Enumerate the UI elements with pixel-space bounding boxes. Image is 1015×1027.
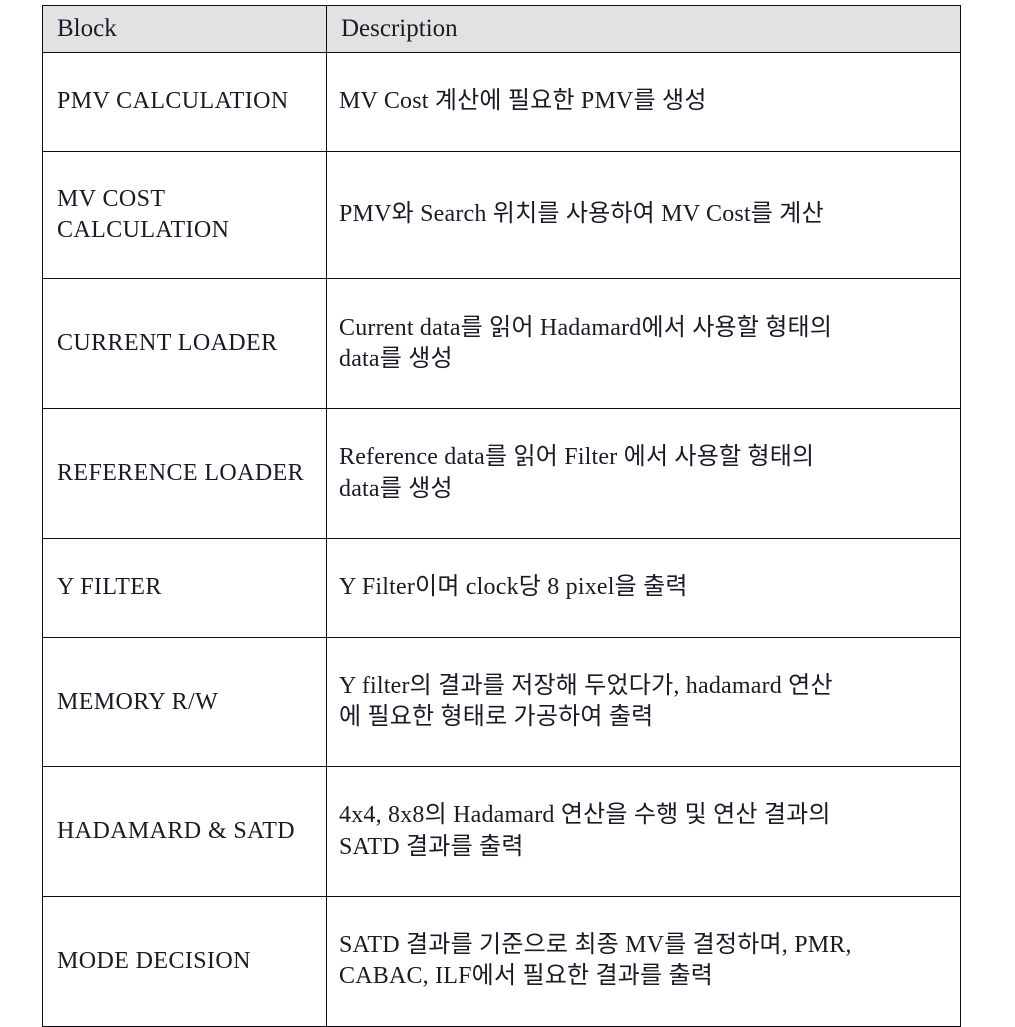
block-name-text: MEMORY R/W — [57, 688, 219, 715]
block-name-text: CURRENT LOADER — [57, 330, 278, 357]
block-description-table: Block Description PMV CALCULATION MV Cos… — [42, 5, 961, 1027]
block-description-cell: Y Filter이며 clock당 8 pixel을 출력 — [326, 537, 961, 638]
block-description-cell: Y filter의 결과를 저장해 두었다가, hadamard 연산 에 필요… — [326, 636, 961, 768]
block-name-cell: MV COST CALCULATION — [42, 150, 327, 280]
table-row: MEMORY R/W Y filter의 결과를 저장해 두었다가, hadam… — [42, 636, 961, 768]
page-root: Block Description PMV CALCULATION MV Cos… — [0, 0, 1015, 1027]
block-description-text: 4x4, 8x8의 Hadamard 연산을 수행 및 연산 결과의 SATD … — [339, 802, 831, 860]
block-name-text: MV COST CALCULATION — [57, 186, 230, 243]
table-header-row: Block Description — [42, 5, 961, 53]
block-description-text: SATD 결과를 기준으로 최종 MV를 결정하며, PMR, CABAC, I… — [339, 932, 852, 990]
column-header-block: Block — [42, 5, 327, 53]
block-name-text: HADAMARD & SATD — [57, 818, 296, 845]
table-body: PMV CALCULATION MV Cost 계산에 필요한 PMV를 생성 … — [42, 52, 961, 1027]
block-name-text: MODE DECISION — [57, 948, 251, 975]
table-row: MODE DECISION SATD 결과를 기준으로 최종 MV를 결정하며,… — [42, 896, 961, 1027]
block-name-cell: MEMORY R/W — [42, 636, 327, 768]
block-description-cell: MV Cost 계산에 필요한 PMV를 생성 — [326, 52, 961, 152]
block-name-cell: CURRENT LOADER — [42, 278, 327, 410]
block-description-text: Current data를 읽어 Hadamard에서 사용할 형태의 data… — [339, 314, 833, 372]
table-row: REFERENCE LOADER Reference data를 읽어 Filt… — [42, 408, 961, 539]
table-header: Block Description — [42, 5, 961, 53]
column-header-description: Description — [326, 5, 961, 53]
block-name-text: REFERENCE LOADER — [57, 460, 305, 487]
block-name-cell: MODE DECISION — [42, 896, 327, 1027]
block-description-text: Reference data를 읽어 Filter 에서 사용할 형태의 dat… — [339, 444, 815, 502]
column-header-block-label: Block — [57, 15, 117, 43]
block-description-cell: PMV와 Search 위치를 사용하여 MV Cost를 계산 — [326, 150, 961, 280]
table-row: Y FILTER Y Filter이며 clock당 8 pixel을 출력 — [42, 537, 961, 638]
table-row: HADAMARD & SATD 4x4, 8x8의 Hadamard 연산을 수… — [42, 766, 961, 897]
block-description-text: Y Filter이며 clock당 8 pixel을 출력 — [339, 574, 688, 601]
block-description-text: Y filter의 결과를 저장해 두었다가, hadamard 연산 에 필요… — [339, 672, 833, 730]
block-description-cell: Reference data를 읽어 Filter 에서 사용할 형태의 dat… — [326, 408, 961, 539]
table-row: MV COST CALCULATION PMV와 Search 위치를 사용하여… — [42, 150, 961, 280]
block-name-text: Y FILTER — [57, 574, 162, 601]
block-description-text: PMV와 Search 위치를 사용하여 MV Cost를 계산 — [339, 201, 824, 228]
block-name-text: PMV CALCULATION — [57, 88, 289, 115]
block-description-cell: 4x4, 8x8의 Hadamard 연산을 수행 및 연산 결과의 SATD … — [326, 766, 961, 897]
table-row: PMV CALCULATION MV Cost 계산에 필요한 PMV를 생성 — [42, 52, 961, 152]
table-row: CURRENT LOADER Current data를 읽어 Hadamard… — [42, 278, 961, 410]
block-description-cell: SATD 결과를 기준으로 최종 MV를 결정하며, PMR, CABAC, I… — [326, 896, 961, 1027]
block-name-cell: REFERENCE LOADER — [42, 408, 327, 539]
block-name-cell: PMV CALCULATION — [42, 52, 327, 152]
block-name-cell: Y FILTER — [42, 537, 327, 638]
block-description-text: MV Cost 계산에 필요한 PMV를 생성 — [339, 88, 707, 115]
block-description-cell: Current data를 읽어 Hadamard에서 사용할 형태의 data… — [326, 278, 961, 410]
block-name-cell: HADAMARD & SATD — [42, 766, 327, 897]
column-header-description-label: Description — [341, 15, 458, 43]
